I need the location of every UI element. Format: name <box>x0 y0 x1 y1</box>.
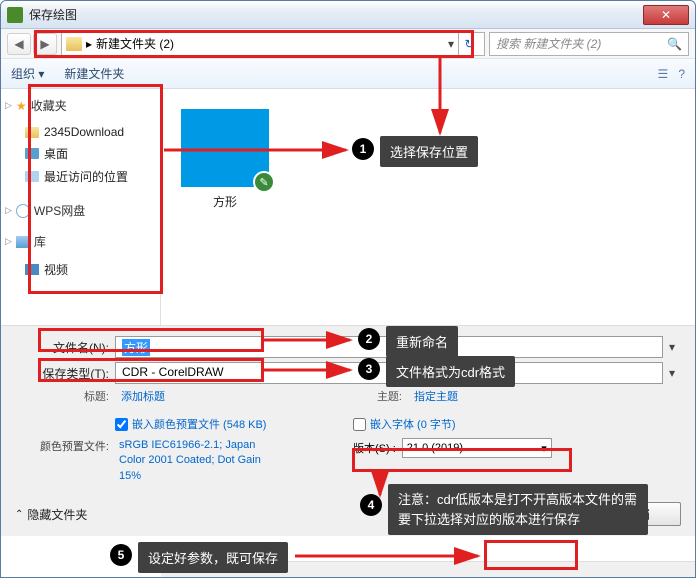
video-icon <box>25 264 39 275</box>
title-meta-value[interactable]: 添加标题 <box>121 388 165 404</box>
file-item[interactable]: ✎ 方形 <box>181 109 269 210</box>
annotation-num-1: 1 <box>352 138 374 160</box>
app-icon <box>7 7 23 23</box>
theme-meta-label: 主题: <box>348 388 408 404</box>
sidebar: ▷★ 收藏夹 2345Download 桌面 最近访问的位置 ▷ WPS网盘 ▷… <box>1 89 161 325</box>
embed-color-checkbox[interactable] <box>115 418 128 431</box>
organize-menu[interactable]: 组织 ▾ <box>11 65 44 82</box>
file-label: 方形 <box>181 193 269 210</box>
embed-font-checkbox[interactable] <box>353 418 366 431</box>
hide-folders-toggle[interactable]: ⌃隐藏文件夹 <box>15 506 87 523</box>
file-pane[interactable]: ✎ 方形 <box>161 89 695 325</box>
filename-dropdown-icon[interactable]: ▾ <box>663 340 681 354</box>
toolbar: 组织 ▾ 新建文件夹 ☰ ? <box>1 59 695 89</box>
annotation-num-3: 3 <box>358 358 380 380</box>
annotation-num-2: 2 <box>358 328 380 350</box>
path-arrow: ▸ <box>86 37 92 51</box>
sidebar-item-desktop[interactable]: 桌面 <box>5 142 156 165</box>
back-button[interactable]: ◀ <box>7 33 31 55</box>
sidebar-wps-label: WPS网盘 <box>34 202 85 219</box>
forward-button[interactable]: ▶ <box>33 33 57 55</box>
path-text: 新建文件夹 (2) <box>96 35 174 52</box>
filetype-dropdown-icon[interactable]: ▾ <box>663 366 681 380</box>
sidebar-wps[interactable]: ▷ WPS网盘 <box>5 202 156 219</box>
sidebar-favorites[interactable]: ▷★ 收藏夹 <box>5 97 156 114</box>
refresh-button[interactable]: ↻ <box>458 33 480 55</box>
cdr-badge-icon: ✎ <box>253 171 275 193</box>
new-folder-button[interactable]: 新建文件夹 <box>64 65 124 82</box>
view-icon[interactable]: ☰ <box>658 67 669 81</box>
annotation-callout-2: 重新命名 <box>386 326 458 357</box>
help-icon[interactable]: ? <box>678 67 685 81</box>
annotation-callout-3: 文件格式为cdr格式 <box>386 356 515 387</box>
annotation-callout-5: 设定好参数，既可保存 <box>138 542 288 573</box>
sidebar-item-downloads[interactable]: 2345Download <box>5 122 156 142</box>
window-title: 保存绘图 <box>29 6 77 23</box>
annotation-num-4: 4 <box>360 494 382 516</box>
search-placeholder: 搜索 新建文件夹 (2) <box>496 35 601 52</box>
star-icon: ★ <box>16 99 27 113</box>
search-input[interactable]: 搜索 新建文件夹 (2) 🔍 <box>489 32 689 56</box>
sidebar-favorites-label: 收藏夹 <box>31 97 67 114</box>
sidebar-item-recent[interactable]: 最近访问的位置 <box>5 165 156 188</box>
color-profile-label: 颜色预置文件: <box>15 438 115 484</box>
library-icon <box>16 236 30 248</box>
search-icon: 🔍 <box>667 37 682 51</box>
address-bar[interactable]: ▸ 新建文件夹 (2) ▾ ↻ <box>61 32 485 56</box>
version-label: 版本(S) : <box>353 440 396 456</box>
theme-meta-value[interactable]: 指定主题 <box>414 388 458 404</box>
chevron-down-icon: ▾ <box>541 442 547 455</box>
address-dropdown-icon[interactable]: ▾ <box>448 37 454 51</box>
title-meta-label: 标题: <box>15 388 115 404</box>
filetype-label: 保存类型(T): <box>15 365 115 382</box>
desktop-icon <box>25 148 39 159</box>
annotation-callout-4: 注意：cdr低版本是打不开高版本文件的需要下拉选择对应的版本进行保存 <box>388 484 648 535</box>
color-profile-value: sRGB IEC61966-2.1; Japan Color 2001 Coat… <box>119 438 269 484</box>
annotation-num-5: 5 <box>110 544 132 566</box>
embed-font-label: 嵌入字体 (0 字节) <box>370 416 456 432</box>
close-button[interactable]: ✕ <box>643 5 689 25</box>
annotation-callout-1: 选择保存位置 <box>380 136 478 167</box>
folder-icon <box>66 37 82 51</box>
filename-label: 文件名(N): <box>15 339 115 356</box>
sidebar-library[interactable]: ▷ 库 <box>5 233 156 250</box>
recent-icon <box>25 171 39 182</box>
sidebar-item-video[interactable]: 视频 <box>5 258 156 281</box>
sidebar-library-label: 库 <box>34 233 46 250</box>
titlebar: 保存绘图 ✕ <box>1 1 695 29</box>
file-thumbnail: ✎ <box>181 109 269 187</box>
folder-icon <box>25 127 39 138</box>
version-select[interactable]: 21.0 (2019) ▾ <box>402 438 552 458</box>
embed-color-label: 嵌入颜色预置文件 (548 KB) <box>132 416 266 432</box>
nav-bar: ◀ ▶ ▸ 新建文件夹 (2) ▾ ↻ 搜索 新建文件夹 (2) 🔍 <box>1 29 695 59</box>
wps-icon <box>16 204 30 218</box>
